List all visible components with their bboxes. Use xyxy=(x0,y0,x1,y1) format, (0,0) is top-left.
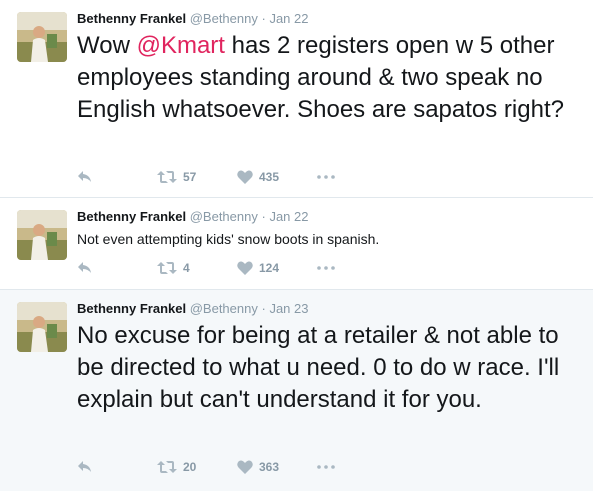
tweet[interactable]: Bethenny Frankel @Bethenny · Jan 22 Wow … xyxy=(0,0,593,198)
retweet-count: 57 xyxy=(183,170,197,184)
timestamp[interactable]: Jan 22 xyxy=(269,11,308,26)
reply-icon xyxy=(77,460,93,474)
author-name[interactable]: Bethenny Frankel xyxy=(77,11,186,26)
reply-button[interactable] xyxy=(77,261,157,275)
tweet-header: Bethenny Frankel @Bethenny · Jan 23 xyxy=(77,301,309,317)
retweet-count: 4 xyxy=(183,261,190,275)
timestamp[interactable]: Jan 23 xyxy=(269,301,308,316)
tweet-text: Not even attempting kids' snow boots in … xyxy=(77,231,380,247)
like-count: 435 xyxy=(259,170,280,184)
retweet-button[interactable]: 20 xyxy=(157,460,237,474)
tweet-text: No excuse for being at a retailer & not … xyxy=(77,322,560,413)
reply-button[interactable] xyxy=(77,460,157,474)
separator: · xyxy=(261,209,266,224)
author-name[interactable]: Bethenny Frankel xyxy=(77,209,186,224)
heart-icon xyxy=(237,460,253,474)
heart-icon xyxy=(237,261,253,275)
more-button[interactable] xyxy=(317,266,357,270)
tweet-text: Wow @Kmart has 2 registers open w 5 othe… xyxy=(77,30,582,126)
tweet-text-start: Wow xyxy=(77,32,137,59)
avatar[interactable] xyxy=(17,210,67,260)
author-handle[interactable]: @Bethenny xyxy=(190,301,258,316)
like-count: 363 xyxy=(259,460,280,474)
tweet[interactable]: Bethenny Frankel @Bethenny · Jan 23 No e… xyxy=(0,290,593,491)
tweet-header: Bethenny Frankel @Bethenny · Jan 22 xyxy=(77,209,309,225)
retweet-icon xyxy=(157,261,177,275)
timeline: Bethenny Frankel @Bethenny · Jan 22 Wow … xyxy=(0,0,593,491)
heart-icon xyxy=(237,170,253,184)
more-button[interactable] xyxy=(317,175,357,179)
like-count: 124 xyxy=(259,261,280,275)
tweet-actions: 57 435 xyxy=(77,167,357,187)
reply-icon xyxy=(77,170,93,184)
tweet-actions: 4 124 xyxy=(77,258,357,278)
retweet-button[interactable]: 57 xyxy=(157,170,237,184)
tweet-header: Bethenny Frankel @Bethenny · Jan 22 xyxy=(77,11,309,27)
timestamp[interactable]: Jan 22 xyxy=(269,209,308,224)
retweet-icon xyxy=(157,170,177,184)
retweet-button[interactable]: 4 xyxy=(157,261,237,275)
tweet-actions: 20 363 xyxy=(77,457,357,477)
separator: · xyxy=(261,301,266,316)
author-name[interactable]: Bethenny Frankel xyxy=(77,301,186,316)
tweet[interactable]: Bethenny Frankel @Bethenny · Jan 22 Not … xyxy=(0,198,593,290)
like-button[interactable]: 435 xyxy=(237,170,317,184)
author-handle[interactable]: @Bethenny xyxy=(190,209,258,224)
like-button[interactable]: 124 xyxy=(237,261,317,275)
retweet-icon xyxy=(157,460,177,474)
more-icon xyxy=(317,266,335,270)
retweet-count: 20 xyxy=(183,460,197,474)
more-icon xyxy=(317,175,335,179)
reply-icon xyxy=(77,261,93,275)
avatar[interactable] xyxy=(17,302,67,352)
avatar[interactable] xyxy=(17,12,67,62)
more-icon xyxy=(317,465,335,469)
author-handle[interactable]: @Bethenny xyxy=(190,11,258,26)
separator: · xyxy=(261,11,266,26)
more-button[interactable] xyxy=(317,465,357,469)
mention-link[interactable]: @Kmart xyxy=(137,32,225,59)
reply-button[interactable] xyxy=(77,170,157,184)
like-button[interactable]: 363 xyxy=(237,460,317,474)
